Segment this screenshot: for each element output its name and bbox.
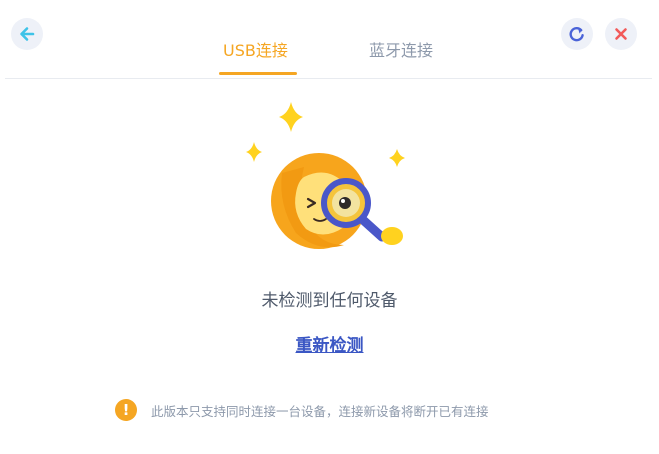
notice-text: 此版本只支持同时连接一台设备，连接新设备将断开已有连接 — [151, 403, 489, 419]
sparkle-icon — [246, 142, 262, 162]
tab-bluetooth[interactable]: 蓝牙连接 — [369, 40, 433, 62]
active-tab-indicator — [219, 72, 297, 75]
retry-detect-link[interactable]: 重新检测 — [0, 331, 659, 356]
connection-tabs: USB连接 蓝牙连接 — [0, 40, 659, 78]
no-device-text: 未检测到任何设备 — [261, 291, 398, 311]
header-divider — [5, 78, 652, 79]
sparkle-icon — [279, 102, 303, 132]
sparkle-icon — [389, 149, 405, 167]
searching-magnifier-mascot — [246, 102, 405, 249]
notice-bar: ! 此版本只支持同时连接一台设备，连接新设备将断开已有连接 — [115, 398, 489, 422]
warning-icon: ! — [115, 399, 137, 421]
tab-usb[interactable]: USB连接 — [223, 40, 288, 62]
